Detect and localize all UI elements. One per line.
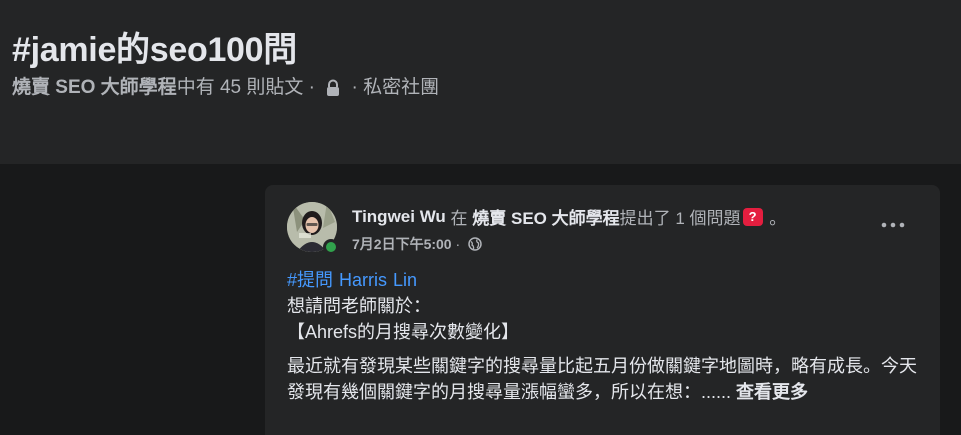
trailing-text: 。 — [764, 209, 787, 228]
post-body: #提問 Harris Lin 想請問老師關於： 【Ahrefs的月搜尋次數變化】 最… — [287, 267, 917, 405]
post-count-text: 中有 45 則貼文 · — [176, 77, 321, 98]
post-timestamp[interactable]: 7月2日下午5:00 — [352, 234, 452, 254]
author-link[interactable]: Tingwei Wu — [352, 207, 446, 227]
post-group-link[interactable]: 燒賣 SEO 大師學程 — [472, 204, 619, 229]
author-line: Tingwei Wu 在 燒賣 SEO 大師學程 提出了 1 個問題 ? 。 — [352, 204, 872, 229]
lock-icon — [324, 78, 342, 98]
group-link[interactable]: 燒賣 SEO 大師學程 — [12, 72, 177, 99]
post-tags: #提問 Harris Lin — [287, 267, 917, 293]
time-separator: · — [451, 236, 465, 252]
post-paragraph: 最近就有發現某些關鍵字的搜尋量比起五月份做關鍵字地圖時，略有成長。今天發現有幾個… — [287, 353, 917, 405]
see-more-link[interactable]: 查看更多 — [736, 382, 808, 402]
hashtag-subtitle: 燒賣 SEO 大師學程 中有 45 則貼文 · · 私密社團 — [12, 72, 439, 99]
post-card: Tingwei Wu 在 燒賣 SEO 大師學程 提出了 1 個問題 ? 。 7… — [265, 185, 940, 435]
question-badge-icon: ? — [742, 207, 763, 226]
post-line-1: 想請問老師關於： — [287, 296, 431, 316]
post-meta: Tingwei Wu 在 燒賣 SEO 大師學程 提出了 1 個問題 ? 。 7… — [352, 204, 872, 254]
globe-icon — [468, 237, 482, 251]
mention-first-name[interactable]: Harris — [339, 270, 387, 290]
post-line-2: 【Ahrefs的月搜尋次數變化】 — [287, 322, 520, 342]
more-options-icon[interactable] — [875, 209, 911, 241]
privacy-text: · 私密社團 — [346, 77, 440, 98]
time-line: 7月2日下午5:00 · — [352, 234, 872, 254]
in-text: 在 — [445, 209, 473, 228]
hashtag-link[interactable]: #提問 — [287, 270, 333, 290]
hashtag-header: #jamie的seo100問 燒賣 SEO 大師學程 中有 45 則貼文 · ·… — [0, 0, 961, 164]
hashtag-title: #jamie的seo100問 — [12, 31, 297, 69]
online-status-indicator — [323, 239, 339, 255]
mention-last-name[interactable]: Lin — [393, 270, 417, 290]
post-paragraph-text: 最近就有發現某些關鍵字的搜尋量比起五月份做關鍵字地圖時，略有成長。今天發現有幾個… — [287, 356, 917, 402]
action-text: 提出了 1 個問題 — [619, 209, 741, 228]
